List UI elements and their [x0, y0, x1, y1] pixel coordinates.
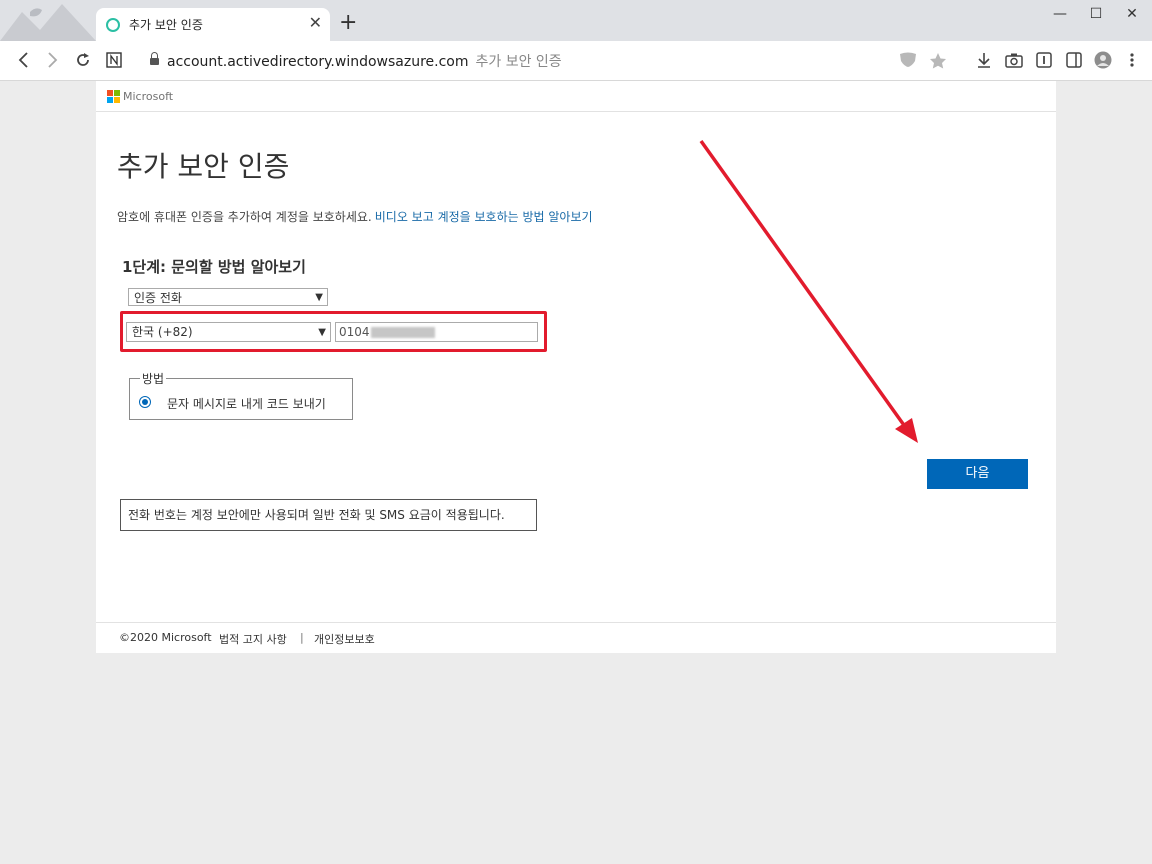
browser-titlebar: 추가 보안 인증 ✕ + — ☐ ✕ — [0, 0, 1152, 41]
verification-method-value: 인증 전화 — [134, 291, 182, 305]
download-icon[interactable] — [973, 49, 995, 71]
sidebar-icon[interactable] — [1063, 49, 1085, 71]
page-content: Microsoft 추가 보안 인증 암호에 휴대폰 인증을 추가하여 계정을 … — [96, 81, 1056, 653]
method-fieldset: 방법 문자 메시지로 내게 코드 보내기 — [129, 370, 353, 420]
back-icon[interactable] — [12, 49, 34, 71]
microsoft-wordmark: Microsoft — [123, 90, 174, 103]
address-bar[interactable]: account.activedirectory.windowsazure.com… — [150, 51, 562, 71]
next-button[interactable]: 다음 — [927, 459, 1028, 489]
new-tab-button[interactable]: + — [339, 12, 357, 34]
microsoft-header: Microsoft — [96, 81, 1056, 112]
page-footer: ©2020 Microsoft 법적 고지 사항 | 개인정보보호 — [96, 622, 1056, 654]
profile-avatar-icon[interactable] — [1092, 49, 1114, 71]
microsoft-logo-icon — [107, 90, 120, 103]
intro-text: 암호에 휴대폰 인증을 추가하여 계정을 보호하세요. — [117, 210, 372, 224]
minimize-icon[interactable]: — — [1040, 2, 1080, 26]
maximize-icon[interactable]: ☐ — [1076, 2, 1116, 26]
copyright-text: ©2020 Microsoft — [119, 631, 212, 644]
privacy-link[interactable]: 개인정보보호 — [314, 631, 375, 647]
close-window-icon[interactable]: ✕ — [1112, 2, 1152, 26]
lock-icon — [150, 52, 159, 65]
notion-extension-icon[interactable] — [103, 49, 125, 71]
page-title: 추가 보안 인증 — [117, 150, 290, 183]
tab-title: 추가 보안 인증 — [129, 18, 203, 32]
legal-notice-link[interactable]: 법적 고지 사항 — [219, 631, 287, 647]
camera-icon[interactable] — [1003, 49, 1025, 71]
footer-separator: | — [300, 631, 304, 644]
tab-favicon-icon — [106, 18, 120, 32]
address-host: account.activedirectory.windowsazure.com — [167, 54, 469, 70]
method-legend: 방법 — [140, 370, 167, 387]
address-title: 추가 보안 인증 — [475, 54, 562, 70]
intro-text-line: 암호에 휴대폰 인증을 추가하여 계정을 보호하세요. 비디오 보고 계정을 보호… — [117, 208, 593, 225]
video-help-link[interactable]: 비디오 보고 계정을 보호하는 방법 알아보기 — [375, 210, 593, 224]
tab-strip-artwork — [0, 4, 96, 41]
tab-active[interactable]: 추가 보안 인증 ✕ — [96, 8, 330, 41]
chevron-down-icon: ▼ — [315, 292, 323, 303]
reload-icon[interactable] — [72, 49, 94, 71]
bookmark-star-icon[interactable] — [927, 49, 949, 71]
browser-toolbar: account.activedirectory.windowsazure.com… — [0, 41, 1152, 81]
tab-close-icon[interactable]: ✕ — [309, 13, 322, 32]
reader-mode-icon[interactable] — [1033, 49, 1055, 71]
sms-charge-notice: 전화 번호는 계정 보안에만 사용되며 일반 전화 및 SMS 요금이 적용됩니… — [120, 499, 537, 531]
verification-method-select[interactable]: 인증 전화 ▼ — [128, 288, 328, 306]
forward-icon[interactable] — [42, 49, 64, 71]
annotation-highlight-box — [120, 311, 547, 352]
step-heading: 1단계: 문의할 방법 알아보기 — [122, 258, 306, 276]
sms-radio[interactable] — [139, 396, 151, 408]
shield-extension-icon[interactable] — [897, 49, 919, 71]
sms-radio-label[interactable]: 문자 메시지로 내게 코드 보내기 — [167, 395, 326, 412]
menu-kebab-icon[interactable] — [1121, 49, 1143, 71]
microsoft-logo: Microsoft — [107, 90, 173, 103]
